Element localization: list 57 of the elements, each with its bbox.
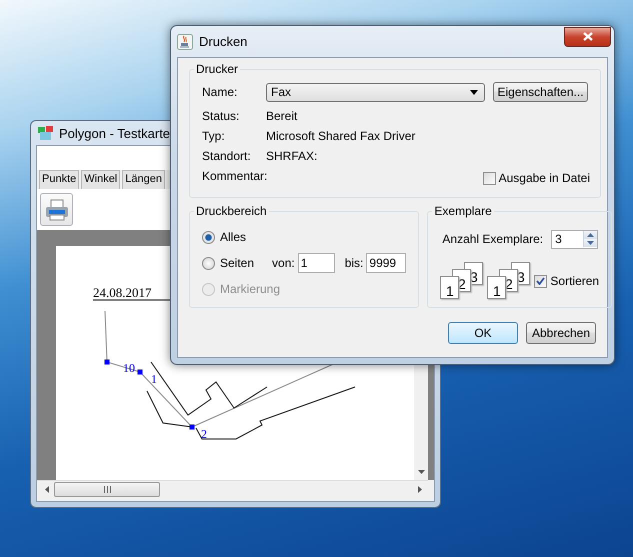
cancel-button[interactable]: Abbrechen [526, 322, 596, 344]
grip-icon [104, 486, 110, 492]
down-arrow-icon [587, 240, 594, 244]
point-label: 10 [123, 361, 135, 375]
info-label: Typ: [202, 129, 226, 143]
checkbox[interactable] [534, 274, 548, 288]
window-title: Drucken [199, 34, 248, 49]
radio-label: Seiten [220, 256, 254, 270]
left-arrow-icon [45, 486, 49, 492]
copies-spinner[interactable]: 3 [551, 230, 598, 248]
radio-label: Markierung [220, 282, 280, 296]
point-label: 1 [151, 372, 157, 386]
down-arrow-icon [418, 470, 424, 474]
coffee-cup-icon [177, 34, 193, 50]
printer-dropdown[interactable]: Fax [266, 82, 485, 102]
checkbox-label: Ausgabe in Datei [498, 171, 590, 185]
info-label: Status: [202, 109, 240, 123]
info-value: Microsoft Shared Fax Driver [266, 129, 416, 143]
info-value: SHRFAX: [266, 149, 318, 163]
check-icon [536, 277, 546, 285]
group-title: Drucker [195, 62, 240, 76]
field-label: bis: [344, 256, 364, 270]
radio-label: Alles [220, 230, 246, 244]
numbered-page: 1 [487, 276, 506, 299]
close-button[interactable] [564, 26, 611, 46]
field-label: von: [272, 256, 295, 270]
from-page-field[interactable]: 1 [298, 253, 335, 273]
up-arrow-icon [587, 232, 594, 236]
radio-button[interactable] [202, 256, 215, 270]
window-title: Polygon - Testkarte [59, 126, 170, 140]
tab[interactable]: Längen [122, 170, 165, 189]
checkbox-label: Sortieren [550, 274, 600, 288]
app-icon [37, 125, 54, 141]
close-icon [582, 32, 592, 41]
info-label: Kommentar: [202, 169, 266, 183]
caret-icon [470, 90, 478, 94]
field-label: Name: [202, 85, 238, 99]
tab[interactable]: Punkte [39, 170, 80, 189]
field-label: Anzahl Exemplare: [442, 232, 544, 246]
right-arrow-icon [418, 486, 422, 492]
group-title: Druckbereich [195, 204, 268, 218]
tab[interactable]: Winkel [81, 170, 120, 189]
printer-icon [44, 198, 68, 220]
date-text: 24.08.2017 [93, 285, 152, 300]
ok-button[interactable]: OK [448, 322, 518, 344]
scroll-thumb[interactable] [54, 482, 160, 496]
spin-up-button[interactable] [583, 230, 598, 238]
to-page-field[interactable]: 9999 [366, 253, 406, 273]
info-value: Bereit [266, 109, 298, 123]
numbered-page: 1 [440, 276, 460, 299]
point-label: 2 [201, 427, 207, 441]
print-button[interactable] [40, 193, 73, 226]
group-title: Exemplare [433, 204, 493, 218]
checkbox[interactable] [482, 172, 496, 184]
properties-button[interactable]: Eigenschaften... [493, 82, 588, 102]
radio-button[interactable] [202, 230, 215, 244]
info-label: Standort: [202, 149, 252, 163]
